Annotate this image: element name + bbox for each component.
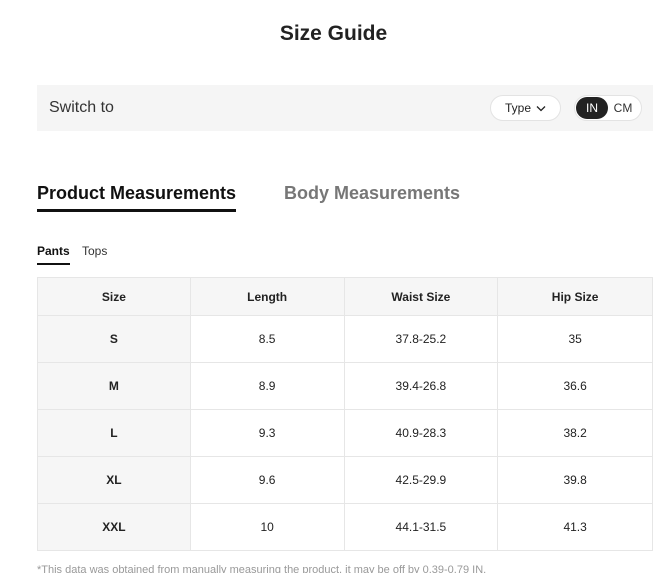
size-cell: M xyxy=(37,362,191,410)
size-cell: XXL xyxy=(37,503,191,551)
size-cell: L xyxy=(37,409,191,457)
hip-cell: 36.6 xyxy=(497,362,653,410)
size-cell: XL xyxy=(37,456,191,504)
type-dropdown-button[interactable]: Type xyxy=(490,95,561,121)
measurement-note: *This data was obtained from manually me… xyxy=(37,564,487,573)
switch-bar: Switch to Type IN CM xyxy=(37,85,653,131)
type-label: Type xyxy=(504,101,531,115)
unit-cm-button[interactable]: CM xyxy=(608,97,638,119)
hip-cell: 39.8 xyxy=(497,456,653,504)
table-header-row: Size Length Waist Size Hip Size xyxy=(37,277,653,316)
size-cell: S xyxy=(37,315,191,363)
length-cell: 9.6 xyxy=(189,456,345,504)
hip-cell: 38.2 xyxy=(497,409,653,457)
length-cell: 10 xyxy=(189,503,345,551)
length-cell: 8.9 xyxy=(189,362,345,410)
header-length: Length xyxy=(189,277,345,316)
table-row: XL 9.6 42.5-29.9 39.8 xyxy=(37,456,653,504)
size-table: Size Length Waist Size Hip Size S 8.5 37… xyxy=(37,277,653,551)
table-row: XXL 10 44.1-31.5 41.3 xyxy=(37,503,653,551)
chevron-down-icon xyxy=(536,105,546,111)
hip-cell: 35 xyxy=(497,315,653,363)
tab-product-measurements[interactable]: Product Measurements xyxy=(37,183,237,212)
sub-tab-tops[interactable]: Tops xyxy=(82,244,107,258)
size-guide-page: Size Guide Switch to Type IN CM Product … xyxy=(0,0,667,573)
sub-tab-pants[interactable]: Pants xyxy=(37,244,70,265)
header-hip-size: Hip Size xyxy=(497,277,653,316)
table-row: M 8.9 39.4-26.8 36.6 xyxy=(37,362,653,410)
header-size: Size xyxy=(37,277,191,316)
table-row: S 8.5 37.8-25.2 35 xyxy=(37,315,653,363)
page-title: Size Guide xyxy=(279,22,388,45)
table-row: L 9.3 40.9-28.3 38.2 xyxy=(37,409,653,457)
unit-in-button[interactable]: IN xyxy=(576,97,608,119)
switch-label: Switch to xyxy=(49,99,114,116)
length-cell: 9.3 xyxy=(189,409,345,457)
waist-cell: 37.8-25.2 xyxy=(343,315,499,363)
length-cell: 8.5 xyxy=(189,315,345,363)
waist-cell: 40.9-28.3 xyxy=(343,409,499,457)
waist-cell: 42.5-29.9 xyxy=(343,456,499,504)
waist-cell: 39.4-26.8 xyxy=(343,362,499,410)
header-waist-size: Waist Size xyxy=(343,277,499,316)
waist-cell: 44.1-31.5 xyxy=(343,503,499,551)
tab-body-measurements[interactable]: Body Measurements xyxy=(284,183,460,204)
hip-cell: 41.3 xyxy=(497,503,653,551)
unit-toggle: IN CM xyxy=(574,95,642,121)
